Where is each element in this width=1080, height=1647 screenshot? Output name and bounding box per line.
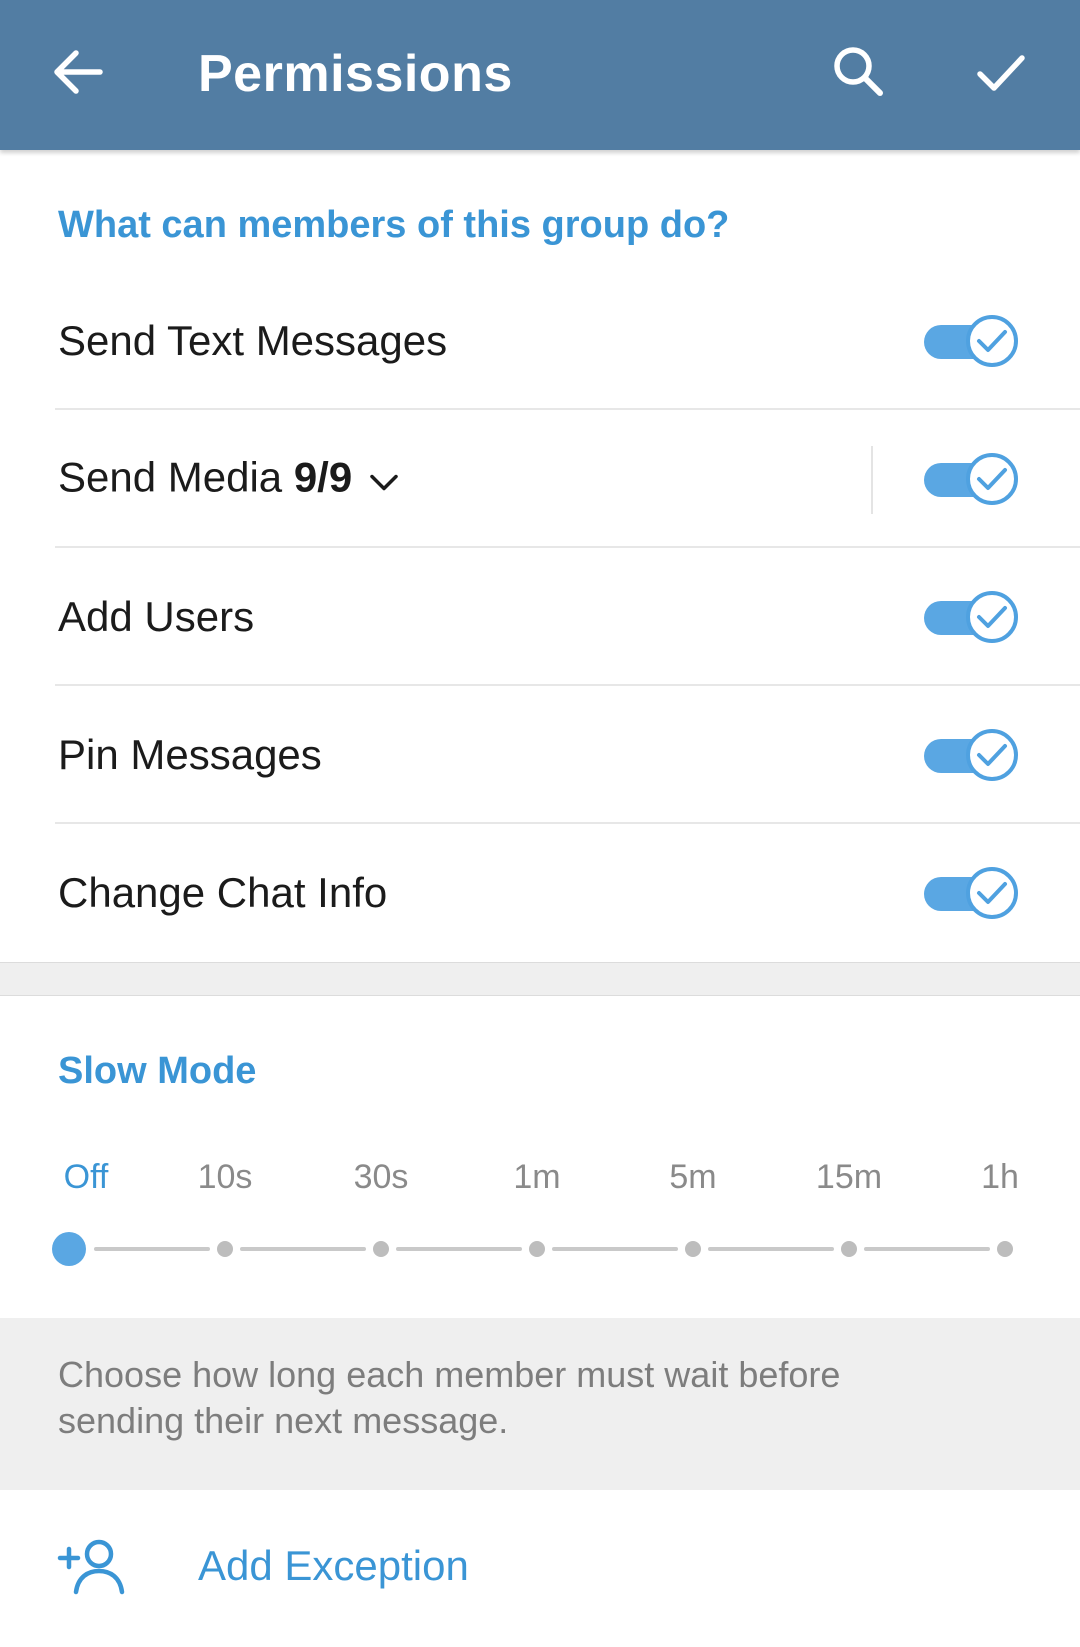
- slider-step-dot: [529, 1241, 545, 1257]
- slow-mode-option-30s[interactable]: 30s: [354, 1158, 409, 1197]
- add-exception-button[interactable]: Add Exception: [0, 1490, 1080, 1647]
- checkmark-icon[interactable]: [968, 40, 1032, 104]
- permission-label: Change Chat Info: [58, 869, 388, 916]
- slider-step-dot: [841, 1241, 857, 1257]
- permission-label: Send Text Messages: [58, 317, 448, 364]
- slow-mode-slider[interactable]: [0, 1226, 1080, 1272]
- permission-row-send-text[interactable]: Send Text Messages: [0, 272, 1080, 410]
- toggle-switch[interactable]: [922, 863, 1022, 923]
- permission-label: Pin Messages: [58, 731, 322, 778]
- permission-row-send-media[interactable]: Send Media 9/9: [0, 410, 1080, 548]
- slow-mode-option-1h[interactable]: 1h: [981, 1158, 1019, 1197]
- slow-mode-tick-labels: Off 10s 30s 1m 5m 15m 1h: [0, 1158, 1080, 1208]
- permission-row-change-chat-info[interactable]: Change Chat Info: [0, 824, 1080, 962]
- slider-thumb[interactable]: [52, 1232, 86, 1266]
- slider-step-dot: [997, 1241, 1013, 1257]
- toggle-switch[interactable]: [922, 449, 1022, 509]
- permissions-header: What can members of this group do?: [58, 204, 730, 246]
- search-icon[interactable]: [826, 40, 890, 104]
- app-bar: Permissions: [0, 0, 1080, 150]
- chevron-down-icon[interactable]: [368, 456, 400, 504]
- section-divider: [0, 962, 1080, 996]
- toggle-switch[interactable]: [922, 587, 1022, 647]
- row-separator: [871, 446, 873, 514]
- slow-mode-option-10s[interactable]: 10s: [198, 1158, 253, 1197]
- slow-mode-option-5m[interactable]: 5m: [669, 1158, 716, 1197]
- media-count-badge: 9/9: [293, 453, 353, 501]
- slider-step-dot: [373, 1241, 389, 1257]
- arrow-left-icon[interactable]: [46, 40, 110, 104]
- permission-label: Send Media 9/9: [58, 454, 400, 505]
- slow-mode-option-15m[interactable]: 15m: [816, 1158, 882, 1197]
- toggle-switch[interactable]: [922, 311, 1022, 371]
- toggle-switch[interactable]: [922, 725, 1022, 785]
- page-title: Permissions: [198, 45, 513, 103]
- slider-step-dot: [217, 1241, 233, 1257]
- slow-mode-option-off[interactable]: Off: [64, 1158, 109, 1197]
- slow-mode-option-1m[interactable]: 1m: [513, 1158, 560, 1197]
- permission-label: Add Users: [58, 593, 255, 640]
- slider-step-dot: [685, 1241, 701, 1257]
- slow-mode-info: Choose how long each member must wait be…: [0, 1318, 1080, 1490]
- add-exception-label: Add Exception: [198, 1542, 469, 1589]
- permission-row-pin-messages[interactable]: Pin Messages: [0, 686, 1080, 824]
- slow-mode-description: Choose how long each member must wait be…: [58, 1354, 841, 1441]
- permission-row-add-users[interactable]: Add Users: [0, 548, 1080, 686]
- slow-mode-header: Slow Mode: [58, 1050, 257, 1092]
- send-media-label: Send Media: [58, 453, 283, 501]
- add-user-icon: [56, 1534, 128, 1598]
